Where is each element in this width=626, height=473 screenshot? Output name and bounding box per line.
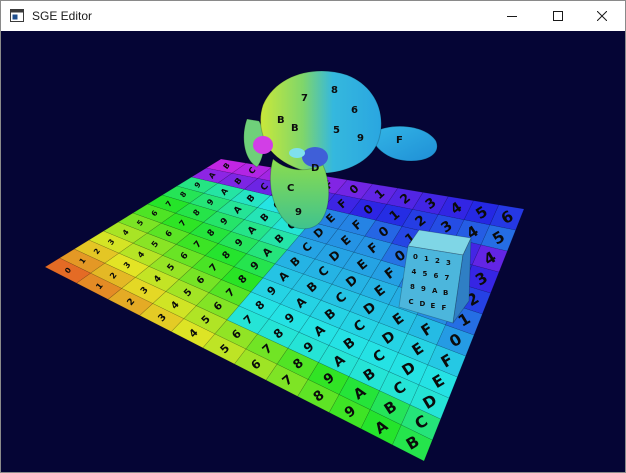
scene-canvas: 0123456789AB123456789ABC23456789ABCD3456… [1,31,625,472]
close-icon [597,11,607,21]
cube-glyph: 0 [413,253,418,261]
cube-glyph: D [420,300,426,308]
monkey-glyph: 6 [351,105,358,116]
cube-glyph: 6 [434,272,439,280]
close-button[interactable] [579,1,625,31]
cube-glyph: B [443,289,448,297]
cube-glyph: E [431,302,436,310]
cube-glyph: 3 [446,259,451,267]
cube-glyph: 8 [410,283,415,291]
monkey-glyph: 9 [357,133,364,144]
monkey-glyph: B [291,123,299,134]
render-viewport[interactable]: 0123456789AB123456789ABC23456789ABCD3456… [1,31,625,472]
title-bar[interactable]: SGE Editor [1,1,625,31]
monkey-glyph: 8 [331,85,338,96]
maximize-icon [553,11,563,21]
textured-cube: 0 1 2 3 4 5 6 7 8 9 A B C D E F [398,229,472,324]
minimize-icon [507,16,517,17]
monkey-glyph: 5 [333,125,340,136]
cube-glyph: 4 [412,268,417,276]
monkey-glyph: F [396,135,403,146]
app-window: SGE Editor 0 1 2 3 4 5 6 7 8 9 A B 1 2 3… [0,0,626,473]
cube-glyph: 5 [423,270,428,278]
window-title: SGE Editor [32,9,93,23]
cube-glyph: 1 [424,255,429,263]
cube-glyph: 9 [421,285,426,293]
minimize-button[interactable] [489,1,535,31]
cube-glyph: C [409,298,414,306]
cube-glyph: F [442,304,447,312]
app-window-icon [10,9,24,22]
cube-glyph: 7 [445,274,450,282]
maximize-button[interactable] [535,1,581,31]
monkey-glyph: C [287,183,294,194]
monkey-glyph: 7 [301,93,308,104]
monkey-glyph: 9 [295,207,302,218]
monkey-left-eye [253,136,273,154]
monkey-glyph: B [277,115,285,126]
monkey-glyph: D [311,163,319,174]
monkey-brow [289,148,305,158]
cube-glyph: A [432,287,438,295]
cube-glyph: 2 [435,257,440,265]
